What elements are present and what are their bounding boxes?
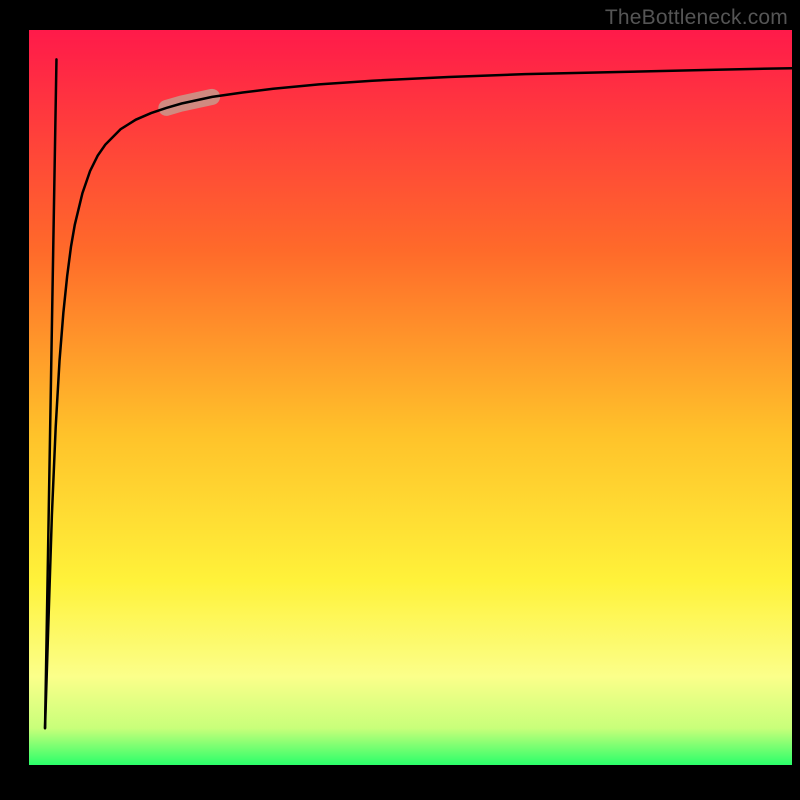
gradient-background (29, 30, 792, 765)
chart-container: TheBottleneck.com (0, 0, 800, 800)
plot-area (29, 30, 792, 765)
attribution-text: TheBottleneck.com (605, 6, 788, 30)
bottleneck-chart (0, 0, 800, 800)
